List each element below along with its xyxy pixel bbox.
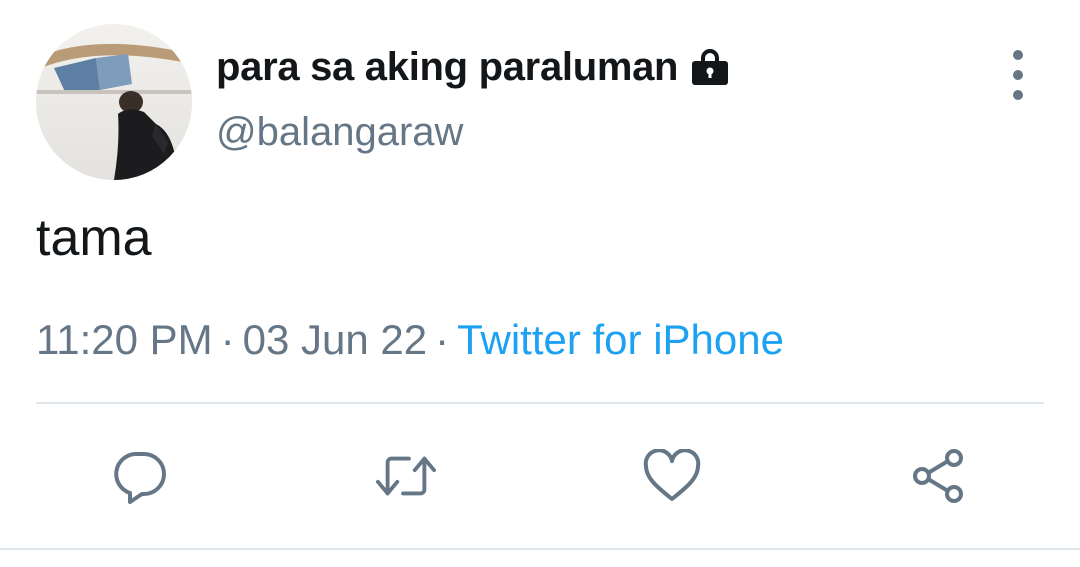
- share-button[interactable]: [908, 446, 968, 506]
- meta-separator: ·: [435, 316, 450, 363]
- divider: [36, 402, 1044, 404]
- more-dot: [1013, 90, 1023, 100]
- reply-icon: [114, 452, 166, 504]
- share-icon: [913, 449, 963, 503]
- heart-icon: [643, 449, 701, 501]
- author-name-row[interactable]: para sa aking paraluman: [216, 40, 730, 94]
- tweet-source-link[interactable]: Twitter for iPhone: [457, 316, 784, 363]
- more-dot: [1013, 70, 1023, 80]
- lock-icon: [690, 47, 730, 87]
- tweet-metadata: 11:20 PM · 03 Jun 22 · Twitter for iPhone: [36, 316, 784, 364]
- more-vertical-icon[interactable]: [996, 50, 1040, 100]
- display-name[interactable]: para sa aking paraluman: [216, 45, 678, 90]
- meta-separator: ·: [220, 316, 235, 363]
- author-handle[interactable]: @balangaraw: [216, 110, 463, 155]
- tweet-time[interactable]: 11:20 PM: [36, 316, 213, 363]
- like-button[interactable]: [642, 446, 702, 506]
- avatar-photo: [36, 24, 192, 180]
- retweet-icon: [376, 456, 436, 496]
- divider: [0, 548, 1080, 550]
- avatar[interactable]: [36, 24, 192, 180]
- retweet-button[interactable]: [376, 446, 436, 506]
- more-dot: [1013, 50, 1023, 60]
- tweet-text: tama: [36, 209, 152, 267]
- reply-button[interactable]: [110, 446, 170, 506]
- tweet-date[interactable]: 03 Jun 22: [243, 316, 428, 363]
- tweet-detail: para sa aking paraluman @balangaraw tama…: [0, 0, 1080, 567]
